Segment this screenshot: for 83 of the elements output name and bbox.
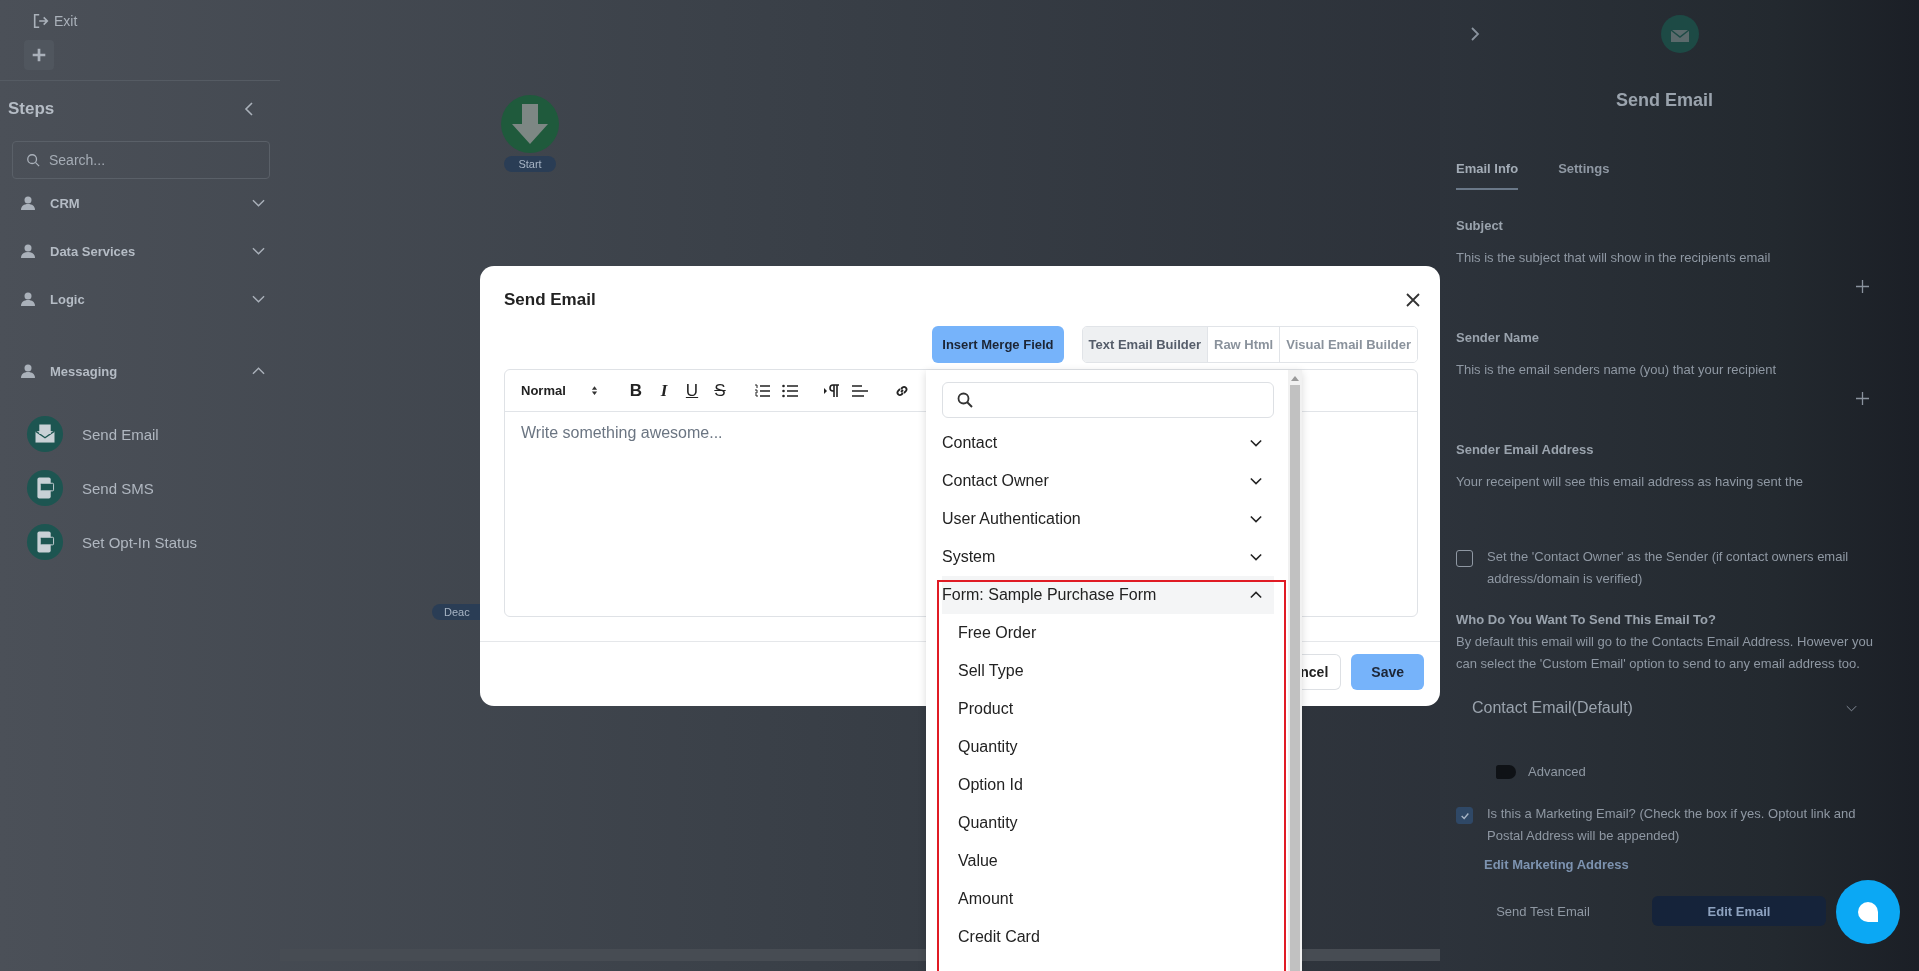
close-icon[interactable]	[1406, 293, 1420, 307]
person-icon	[20, 243, 36, 259]
field-description: Your receipent will see this email address as having sent the	[1456, 473, 1805, 491]
step-item[interactable]: Set Opt-In Status	[82, 533, 198, 551]
chevron-down-icon[interactable]	[1250, 439, 1262, 447]
category-item[interactable]: Logic	[50, 291, 252, 307]
scroll-up-icon[interactable]	[1291, 376, 1299, 381]
step-item[interactable]: Send Email	[82, 425, 159, 443]
group-item[interactable]: User Authentication	[942, 510, 1081, 528]
add-icon[interactable]	[1856, 280, 1869, 293]
search-icon	[957, 392, 973, 408]
merge-field-option[interactable]: Sell Type	[942, 652, 1274, 690]
merge-field-option[interactable]: Quantity	[942, 804, 1274, 842]
exit-link[interactable]: Exit	[54, 13, 78, 29]
modal-title: Send Email	[504, 290, 596, 310]
field-label: Sender Name	[1456, 330, 1541, 345]
marketing-link[interactable]: Edit Marketing Address	[1484, 857, 1873, 872]
email-icon	[1660, 14, 1700, 54]
person-icon	[20, 291, 36, 307]
expand-icon[interactable]	[1470, 26, 1480, 42]
align-icon[interactable]	[852, 383, 868, 398]
merge-field-option[interactable]: Value	[942, 842, 1274, 880]
section-title: Who Do You Want To Send This Email To?	[1456, 612, 1717, 627]
chevron-down-icon[interactable]	[1250, 515, 1262, 523]
phone-icon	[26, 469, 64, 507]
search-icon	[26, 153, 40, 167]
category-item[interactable]: Data Services	[50, 243, 252, 259]
bullet-list-icon[interactable]	[782, 383, 798, 398]
section-description: By default this email will go to the Contacts Email Address. However you can select the 'Custom Email' option to send to any email address too.	[1456, 633, 1873, 673]
chevron-down-icon[interactable]	[1250, 553, 1262, 561]
edit-button[interactable]: Edit Email	[1652, 896, 1826, 926]
start-label: Start	[504, 156, 556, 172]
checkbox-label: Is this a Marketing Email? (Check the box if yes. Optout link and Postal Address will be appended)	[1487, 805, 1857, 845]
underline-button[interactable]: U	[678, 380, 706, 401]
group-item[interactable]: Contact	[942, 434, 998, 452]
save-button[interactable]: Save	[1351, 654, 1424, 690]
category-item[interactable]: CRM	[50, 195, 252, 211]
format-select[interactable]: Normal	[521, 383, 591, 398]
panel-title: Send Email	[1615, 90, 1714, 111]
builder-tab[interactable]: Text Email Builder	[1082, 327, 1207, 362]
merge-field-option[interactable]: Free Order	[942, 614, 1274, 652]
group-item[interactable]: Contact Owner	[942, 472, 1049, 490]
recipient-select[interactable]: Contact Email(Default)	[1456, 689, 1873, 727]
person-icon	[20, 363, 36, 379]
text-direction-icon[interactable]	[824, 383, 840, 398]
add-icon[interactable]	[1856, 392, 1869, 405]
bold-button[interactable]: B	[622, 380, 650, 401]
advanced-toggle[interactable]	[1496, 765, 1516, 779]
sort-icon[interactable]	[591, 385, 598, 396]
ordered-list-icon[interactable]	[754, 383, 770, 398]
merge-field-option[interactable]: Credit Card	[942, 918, 1274, 956]
strike-button[interactable]: S	[706, 380, 734, 401]
start-icon[interactable]	[500, 94, 560, 154]
merge-field-button[interactable]: Insert Merge Field	[932, 326, 1064, 363]
panel-tab[interactable]: Settings	[1558, 161, 1610, 190]
checkbox[interactable]	[1456, 550, 1473, 567]
collapse-icon[interactable]	[244, 102, 254, 116]
scrollbar[interactable]	[1290, 385, 1300, 971]
envelope-icon	[26, 415, 64, 453]
test-button[interactable]: Send Test Email	[1456, 896, 1630, 926]
merge-field-option[interactable]: Quantity	[942, 728, 1274, 766]
field-label: Subject	[1456, 218, 1504, 233]
field-description: This is the subject that will show in the recipients email	[1456, 249, 1772, 267]
search-field[interactable]: Search...	[12, 141, 270, 179]
italic-button[interactable]: I	[650, 380, 678, 401]
merge-field-option[interactable]: Option Id	[942, 766, 1274, 804]
phone-icon	[26, 523, 64, 561]
toggle-label: Advanced	[1528, 763, 1586, 781]
panel-tab[interactable]: Email Info	[1456, 161, 1519, 190]
exit-icon[interactable]	[32, 12, 50, 30]
sidebar-title: Steps	[8, 99, 55, 119]
step-item[interactable]: Send SMS	[82, 479, 154, 497]
person-icon	[20, 195, 36, 211]
field-description: This is the email senders name (you) that your recipient	[1456, 361, 1778, 379]
group-item[interactable]: System	[942, 548, 996, 566]
field-label: Sender Email Address	[1456, 442, 1595, 457]
chevron-down-icon[interactable]	[1250, 477, 1262, 485]
category-item[interactable]: Messaging	[50, 363, 252, 379]
checkbox-label: Set the 'Contact Owner' as the Sender (if contact owners email address/domain is verified)	[1487, 548, 1850, 588]
merge-field-option[interactable]: Amount	[942, 880, 1274, 918]
add-button[interactable]	[24, 40, 54, 70]
chevron-up-icon[interactable]	[1250, 591, 1262, 599]
merge-field-option[interactable]: Product	[942, 690, 1274, 728]
